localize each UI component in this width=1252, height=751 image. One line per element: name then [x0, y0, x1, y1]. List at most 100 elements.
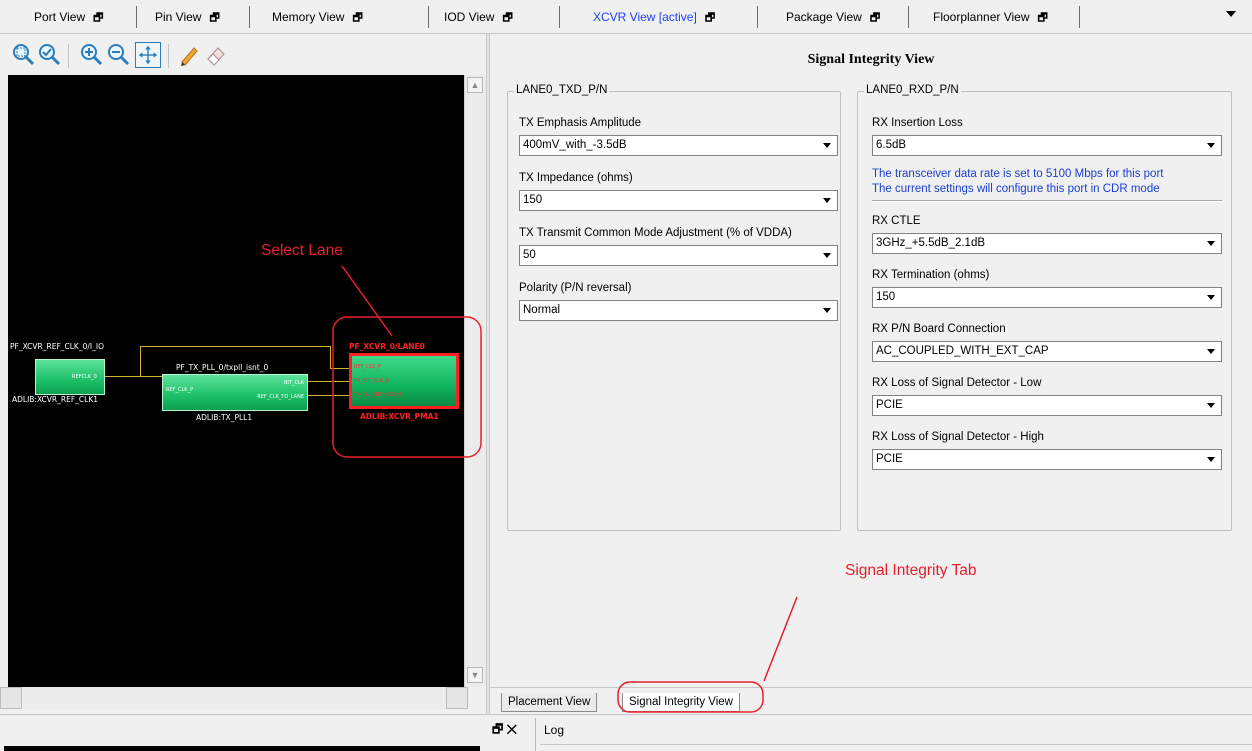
tx-common-mode-select[interactable]: 50: [519, 245, 838, 266]
pencil-icon[interactable]: [176, 42, 202, 68]
wire: [330, 368, 350, 369]
polarity-select[interactable]: Normal: [519, 300, 838, 321]
select-value: Normal: [523, 304, 561, 316]
rx-termination-select[interactable]: 150: [872, 287, 1222, 308]
tab-label: XCVR View [active]: [593, 10, 697, 24]
select-value: PCIE: [876, 453, 903, 465]
tab-memory-view[interactable]: Memory View 🗗: [272, 9, 363, 27]
tab-signal-integrity-view[interactable]: Signal Integrity View: [622, 693, 740, 712]
pin-label: REF_CLK_P: [354, 364, 382, 370]
wire: [140, 346, 141, 377]
dock-controls[interactable]: 🗗 ✕: [492, 720, 517, 741]
float-icon[interactable]: 🗗: [209, 12, 219, 24]
chevron-down-icon[interactable]: [1203, 451, 1220, 468]
chevron-down-icon[interactable]: [819, 302, 836, 319]
scroll-left-icon[interactable]: [0, 687, 22, 709]
chevron-down-icon[interactable]: [819, 192, 836, 209]
tab-xcvr-view[interactable]: XCVR View [active] 🗗: [593, 9, 715, 27]
float-icon[interactable]: 🗗: [93, 12, 103, 24]
ref-clk-block[interactable]: REFCLK_0: [35, 359, 105, 395]
zoom-fit-icon[interactable]: [10, 42, 36, 68]
select-value: 150: [523, 194, 543, 206]
zoom-in-icon[interactable]: [78, 42, 104, 68]
canvas-horizontal-scrollbar[interactable]: [8, 687, 464, 709]
tab-iod-view[interactable]: IOD View 🗗: [444, 9, 513, 27]
tx-emphasis-label: TX Emphasis Amplitude: [519, 117, 642, 129]
tab-pin-view[interactable]: Pin View 🗗: [155, 9, 220, 27]
app-window: Port View 🗗 Pin View 🗗 Memory View 🗗 IOD Vi…: [0, 0, 1252, 751]
tx-group-title: LANE0_TXD_P/N: [514, 84, 610, 96]
rx-lane-group: LANE0_RXD_P/N RX Insertion Loss 6.5dB Th…: [857, 84, 1232, 531]
pin-label: TX_PLL_REF_CLK_0: [354, 392, 402, 398]
float-icon[interactable]: 🗗: [705, 12, 715, 24]
schematic-canvas[interactable]: PF_XCVR_REF_CLK_0/I_IO REFCLK_0 ADLIB:XC…: [8, 75, 464, 687]
tab-label: Pin View: [155, 10, 202, 24]
rx-los-high-select[interactable]: PCIE: [872, 449, 1222, 470]
ref-clk-port-label: PF_XCVR_REF_CLK_0/I_IO: [10, 342, 104, 351]
tab-list-dropdown-icon[interactable]: [1226, 11, 1236, 17]
chevron-down-icon[interactable]: [819, 247, 836, 264]
tab-floorplanner-view[interactable]: Floorplanner View 🗗: [933, 9, 1048, 27]
rx-los-low-select[interactable]: PCIE: [872, 395, 1222, 416]
rx-ctle-label: RX CTLE: [872, 215, 921, 227]
signal-integrity-tab-annotation: Signal Integrity Tab: [845, 562, 977, 579]
rx-ctle-select[interactable]: 3GHz_+5.5dB_2.1dB: [872, 233, 1222, 254]
toolbar-separator: [168, 44, 169, 68]
select-value: 3GHz_+5.5dB_2.1dB: [876, 237, 986, 249]
eraser-icon[interactable]: [202, 42, 228, 68]
rx-los-high-label: RX Loss of Signal Detector - High: [872, 431, 1044, 443]
chevron-down-icon[interactable]: [819, 137, 836, 154]
chevron-down-icon[interactable]: [1203, 235, 1220, 252]
select-value: 400mV_with_-3.5dB: [523, 139, 627, 151]
select-value: 150: [876, 291, 896, 303]
lane-instance-label: PF_XCVR_0/LANE0: [349, 342, 425, 351]
tx-emphasis-select[interactable]: 400mV_with_-3.5dB: [519, 135, 838, 156]
chevron-down-icon[interactable]: [1203, 289, 1220, 306]
rx-los-low-label: RX Loss of Signal Detector - Low: [872, 377, 1042, 389]
pll-instance-label: PF_TX_PLL_0/txpll_isnt_0: [176, 363, 269, 372]
select-value: PCIE: [876, 399, 903, 411]
data-rate-info: The transceiver data rate is set to 5100…: [872, 168, 1164, 180]
signal-integrity-panel: Signal Integrity View LANE0_TXD_P/N TX E…: [490, 34, 1252, 688]
select-value: AC_COUPLED_WITH_EXT_CAP: [876, 345, 1049, 357]
tab-label: Floorplanner View: [933, 10, 1030, 24]
tab-port-view[interactable]: Port View 🗗: [34, 9, 103, 27]
cdr-mode-info: The current settings will configure this…: [872, 183, 1160, 195]
canvas-vertical-scrollbar[interactable]: ▲ ▼: [464, 75, 486, 687]
rx-insertion-loss-select[interactable]: 6.5dB: [872, 135, 1222, 156]
scroll-up-icon[interactable]: ▲: [467, 77, 483, 93]
tx-common-mode-label: TX Transmit Common Mode Adjustment (% of…: [519, 227, 792, 239]
chevron-down-icon[interactable]: [1203, 137, 1220, 154]
rx-insertion-loss-label: RX Insertion Loss: [872, 117, 963, 129]
rx-board-connection-select[interactable]: AC_COUPLED_WITH_EXT_CAP: [872, 341, 1222, 362]
tx-impedance-label: TX Impedance (ohms): [519, 172, 633, 184]
zoom-area-icon[interactable]: [36, 42, 62, 68]
log-tab[interactable]: Log: [544, 723, 564, 737]
panel-title: Signal Integrity View: [807, 52, 935, 67]
pan-icon[interactable]: [135, 42, 161, 68]
chevron-down-icon[interactable]: [1203, 343, 1220, 360]
chevron-down-icon[interactable]: [1203, 397, 1220, 414]
tab-separator: [1079, 6, 1080, 28]
select-lane-annotation: Select Lane: [261, 242, 343, 259]
xcvr-lane-block[interactable]: REF_CLK_P TX_BIT_CLK_0 TX_PLL_REF_CLK_0: [349, 353, 459, 409]
tab-separator: [908, 6, 909, 28]
float-icon[interactable]: 🗗: [352, 12, 362, 24]
scroll-right-icon[interactable]: [446, 687, 468, 709]
float-icon[interactable]: 🗗: [870, 12, 880, 24]
float-icon[interactable]: 🗗: [1038, 12, 1048, 24]
tab-label: Signal Integrity View: [629, 696, 733, 708]
tab-package-view[interactable]: Package View 🗗: [786, 9, 880, 27]
tab-label: Placement View: [508, 696, 591, 708]
tx-pll-block[interactable]: REF_CLK_P BIT_CLK REF_CLK_TO_LANE: [162, 374, 308, 411]
lane-block-name: ADLIB:XCVR_PMA1: [360, 412, 439, 421]
scroll-down-icon[interactable]: ▼: [467, 667, 483, 683]
tab-label: Package View: [786, 10, 862, 24]
pin-label: TX_BIT_CLK_0: [354, 378, 389, 384]
view-tab-bar: Port View 🗗 Pin View 🗗 Memory View 🗗 IOD Vi…: [0, 0, 1252, 34]
tab-placement-view[interactable]: Placement View: [501, 693, 598, 712]
divider: [535, 718, 536, 751]
float-icon[interactable]: 🗗: [502, 12, 512, 24]
tx-impedance-select[interactable]: 150: [519, 190, 838, 211]
zoom-out-icon[interactable]: [105, 42, 131, 68]
